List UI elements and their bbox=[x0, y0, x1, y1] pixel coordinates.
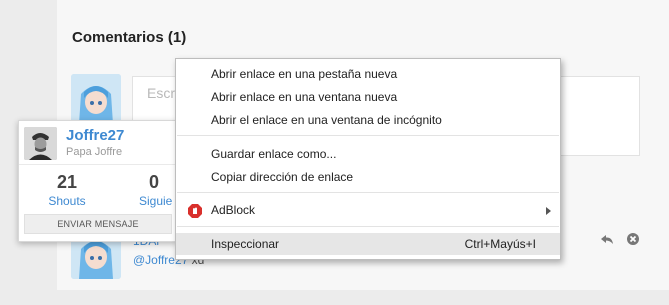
menu-item-label: Abrir enlace en una pestaña nueva bbox=[211, 67, 398, 81]
profile-avatar[interactable] bbox=[24, 127, 57, 160]
context-menu: Abrir enlace en una pestaña nueva Abrir … bbox=[175, 58, 561, 260]
stat-following-label[interactable]: Siguie bbox=[139, 194, 179, 208]
comment-placeholder: Escr bbox=[147, 85, 175, 101]
profile-username[interactable]: Joffre27 bbox=[66, 127, 124, 144]
stat-shouts[interactable]: 21 Shouts bbox=[43, 172, 91, 208]
menu-item-label: Copiar dirección de enlace bbox=[211, 170, 354, 184]
submenu-arrow-icon bbox=[546, 207, 551, 215]
profile-subtitle: Papa Joffre bbox=[66, 146, 123, 158]
menu-item-label: Guardar enlace como... bbox=[211, 147, 337, 161]
stat-following[interactable]: 0 Siguie bbox=[139, 172, 179, 208]
menu-item-label: Abrir el enlace en una ventana de incógn… bbox=[211, 113, 442, 127]
profile-hover-card: Joffre27 Papa Joffre 21 Shouts 0 Siguie … bbox=[18, 120, 178, 242]
stat-following-value: 0 bbox=[149, 172, 160, 192]
menu-open-new-window[interactable]: Abrir enlace en una ventana nueva bbox=[176, 86, 560, 108]
comments-title: Comentarios (1) bbox=[72, 29, 187, 46]
adblock-icon bbox=[188, 203, 202, 218]
reply-icon[interactable] bbox=[600, 232, 614, 246]
menu-separator bbox=[177, 135, 559, 136]
menu-inspect[interactable]: Inspeccionar Ctrl+Mayús+I bbox=[176, 233, 560, 255]
delete-icon[interactable] bbox=[626, 232, 640, 246]
menu-item-label: Inspeccionar bbox=[211, 237, 280, 251]
profile-divider bbox=[19, 164, 177, 165]
menu-inspect-shortcut: Ctrl+Mayús+I bbox=[464, 237, 536, 251]
stat-shouts-label[interactable]: Shouts bbox=[43, 194, 91, 208]
stat-shouts-value: 21 bbox=[56, 172, 78, 192]
menu-adblock[interactable]: AdBlock bbox=[176, 199, 560, 221]
menu-separator bbox=[177, 192, 559, 193]
current-user-avatar[interactable] bbox=[71, 74, 121, 124]
menu-save-link-as[interactable]: Guardar enlace como... bbox=[176, 143, 560, 165]
menu-copy-link-address[interactable]: Copiar dirección de enlace bbox=[176, 166, 560, 188]
send-message-button[interactable]: ENVIAR MENSAJE bbox=[24, 214, 172, 234]
menu-item-label: Abrir enlace en una ventana nueva bbox=[211, 90, 398, 104]
menu-open-incognito[interactable]: Abrir el enlace en una ventana de incógn… bbox=[176, 109, 560, 131]
menu-separator bbox=[177, 226, 559, 227]
menu-open-new-tab[interactable]: Abrir enlace en una pestaña nueva bbox=[176, 63, 560, 85]
menu-item-label: AdBlock bbox=[211, 203, 256, 217]
